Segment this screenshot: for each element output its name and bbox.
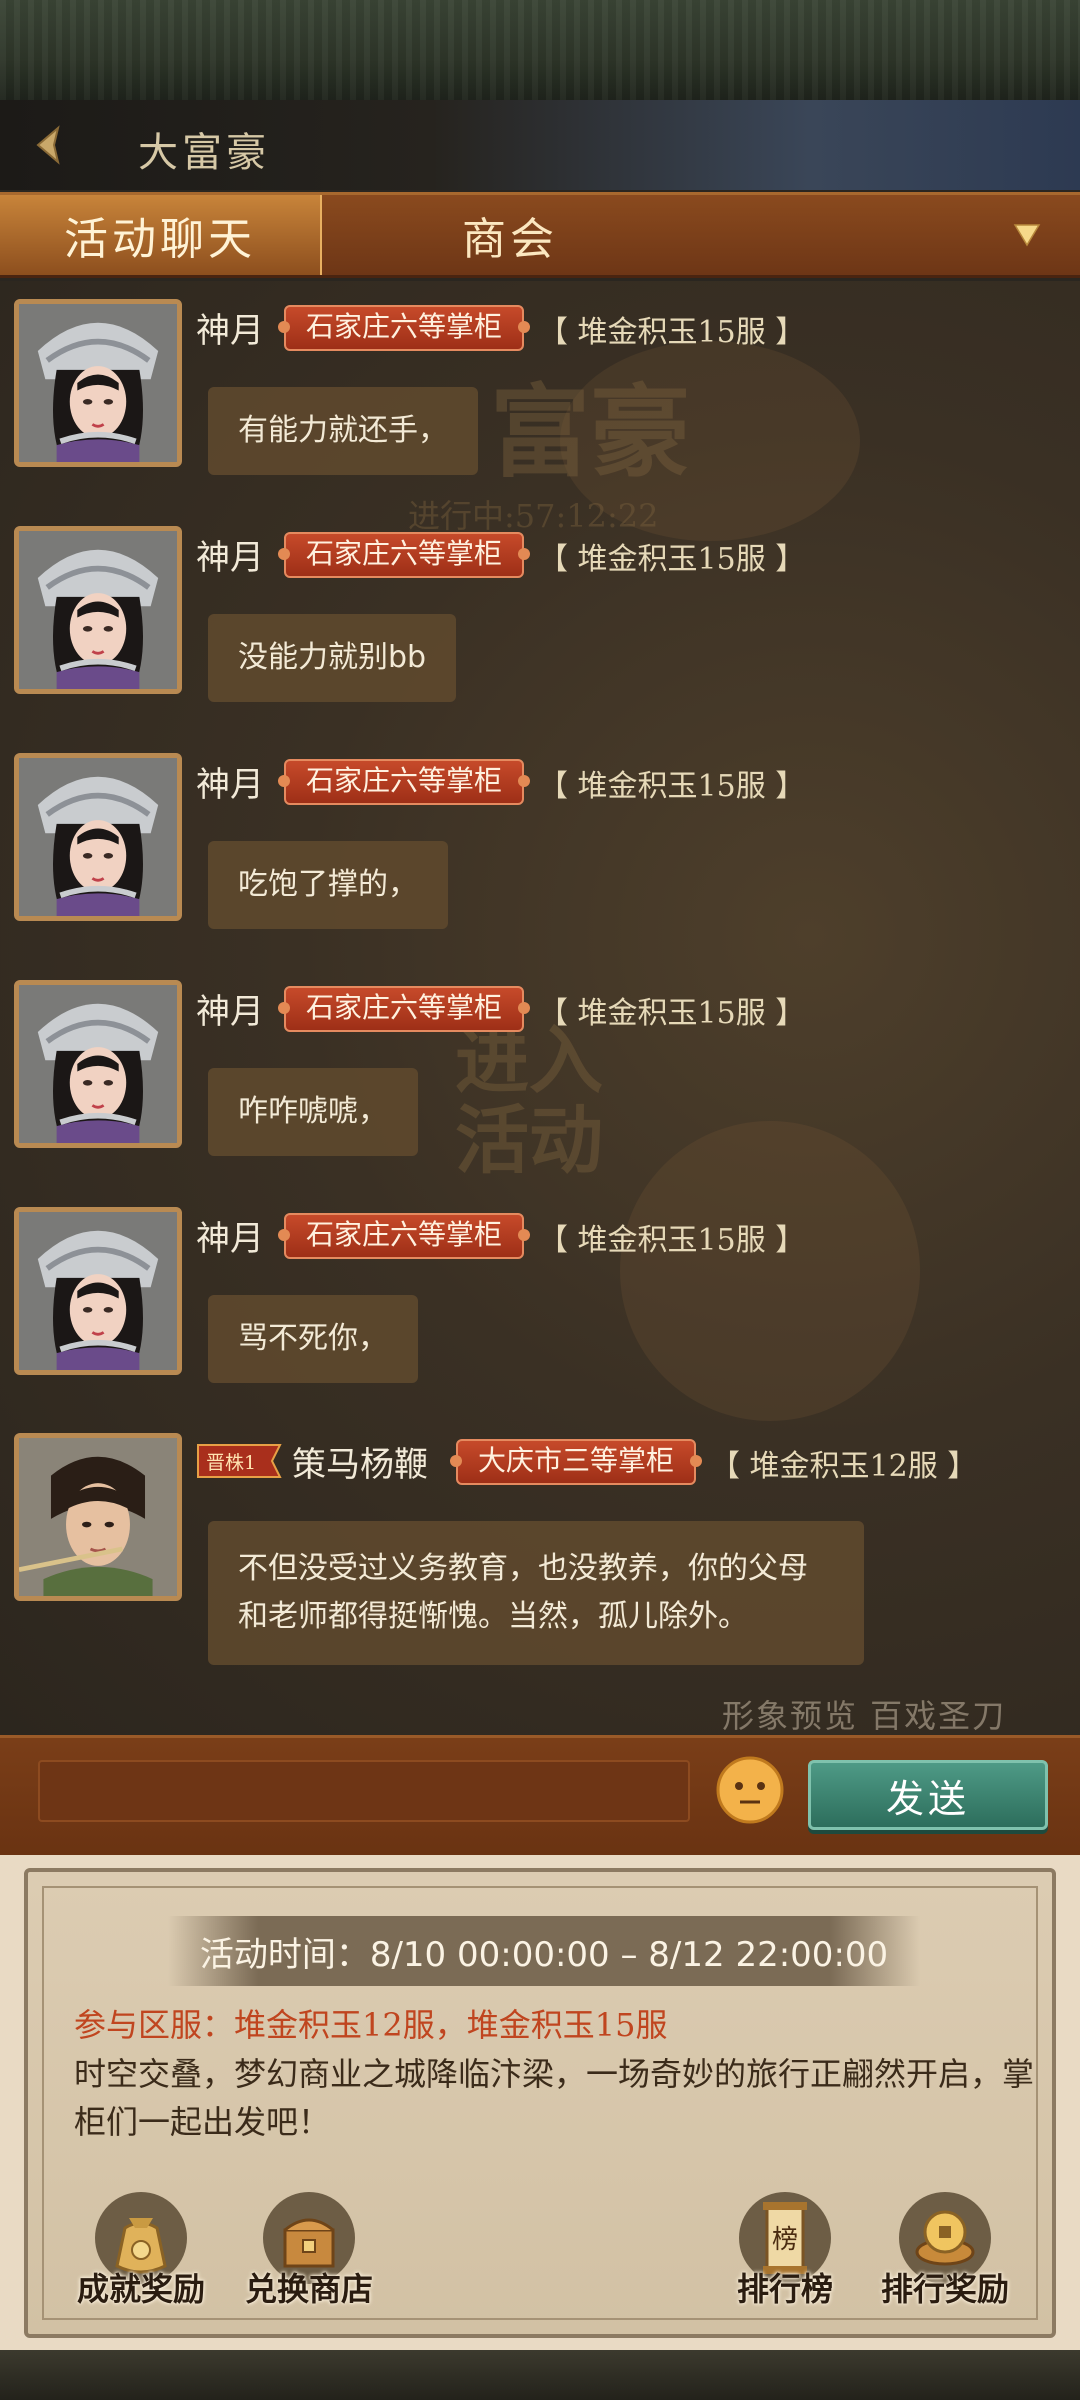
female-character-portrait-icon	[19, 985, 177, 1143]
dropdown-toggle[interactable]	[1012, 219, 1042, 249]
chat-input-bar: 发送	[0, 1735, 1080, 1855]
ranking-list-label: 排行榜	[736, 2270, 833, 2308]
avatar[interactable]	[14, 980, 182, 1148]
avatar[interactable]	[14, 1207, 182, 1375]
header-bar: 大富豪	[0, 100, 1080, 190]
exchange-shop-label: 兑换商店	[244, 2270, 373, 2308]
send-button[interactable]: 发送	[808, 1760, 1048, 1830]
chat-input[interactable]	[38, 1760, 690, 1822]
background-decoration	[620, 1121, 920, 1421]
message-bubble: 骂不死你，	[208, 1295, 418, 1383]
chat-list[interactable]: 富豪 进行中:57:12:22 进入 活动 神月 石家庄六等掌柜 【 堆金积玉1…	[0, 281, 1080, 1735]
sender-name: 神月	[196, 1219, 264, 1259]
avatar[interactable]	[14, 299, 182, 467]
server-tag: 【 堆金积玉15服 】	[538, 315, 806, 350]
activity-time: 活动时间：8/10 00:00:00 – 8/12 22:00:00	[168, 1916, 920, 1986]
message-bubble: 咋咋唬唬，	[208, 1068, 418, 1156]
back-button[interactable]	[28, 122, 74, 168]
page-title: 大富豪	[138, 130, 270, 176]
activity-info-panel: 活动时间：8/10 00:00:00 – 8/12 22:00:00 参与区服：…	[24, 1868, 1056, 2338]
vip-banner-icon: 晋株1	[197, 1444, 282, 1478]
vip-level-badge: 晋株1	[194, 1439, 286, 1483]
emoji-button[interactable]	[714, 1754, 786, 1826]
sender-name: 神月	[196, 992, 264, 1032]
message-bubble: 吃饱了撑的，	[208, 841, 448, 929]
background-countdown: 进行中:57:12:22	[408, 497, 659, 535]
participating-servers: 参与区服：堆金积玉12服，堆金积玉15服	[74, 2006, 668, 2044]
male-character-portrait-icon	[19, 1438, 177, 1596]
ranking-reward-button[interactable]: 排行奖励	[860, 2188, 1030, 2328]
female-character-portrait-icon	[19, 1212, 177, 1370]
sender-name: 神月	[196, 538, 264, 578]
bottom-decoration-strip	[0, 2350, 1080, 2400]
server-tag: 【 堆金积玉15服 】	[538, 1223, 806, 1258]
message-bubble: 没能力就别bb	[208, 614, 457, 702]
message-bubble: 有能力就还手，	[208, 387, 478, 475]
message-bubble: 不但没受过义务教育，也没教养，你的父母和老师都得挺惭愧。当然，孤儿除外。	[208, 1521, 864, 1665]
rank-tag: 大庆市三等掌柜	[449, 1439, 703, 1485]
background-activity-text: 活动	[455, 1098, 603, 1184]
rank-tag: 石家庄六等掌柜	[277, 759, 531, 805]
avatar[interactable]	[14, 1433, 182, 1601]
vip-badge-text: 晋株1	[206, 1452, 256, 1474]
achievement-reward-label: 成就奖励	[76, 2270, 205, 2308]
background-title: 富豪	[490, 373, 690, 491]
activity-description: 时空交叠，梦幻商业之城降临汴梁，一场奇妙的旅行正翩然开启，掌柜们一起出发吧！	[74, 2055, 1035, 2141]
sender-name: 神月	[196, 311, 264, 351]
ranking-reward-label: 排行奖励	[880, 2270, 1009, 2308]
server-tag: 【 堆金积玉15服 】	[538, 769, 806, 804]
rank-tag: 石家庄六等掌柜	[277, 305, 531, 351]
avatar[interactable]	[14, 753, 182, 921]
tab-chamber-of-commerce[interactable]: 商会	[390, 195, 630, 275]
back-arrow-icon	[36, 125, 60, 165]
top-decoration-strip	[0, 0, 1080, 100]
ranking-scroll-glyph: 榜	[772, 2225, 798, 2255]
rank-tag: 石家庄六等掌柜	[277, 532, 531, 578]
rank-tag: 石家庄六等掌柜	[277, 1213, 531, 1259]
ranking-list-button[interactable]: 榜 排行榜	[700, 2188, 870, 2328]
background-preview-text: 形象预览 百戏圣刀	[722, 1697, 1007, 1735]
female-character-portrait-icon	[19, 531, 177, 689]
tab-activity-chat[interactable]: 活动聊天	[0, 195, 322, 275]
achievement-reward-button[interactable]: 成就奖励	[56, 2188, 226, 2328]
tab-bar: 活动聊天 商会	[0, 192, 1080, 278]
sender-name: 神月	[196, 765, 264, 805]
female-character-portrait-icon	[19, 304, 177, 462]
smiley-face-icon	[716, 1756, 784, 1824]
rank-tag: 石家庄六等掌柜	[277, 986, 531, 1032]
avatar[interactable]	[14, 526, 182, 694]
server-tag: 【 堆金积玉15服 】	[538, 996, 806, 1031]
female-character-portrait-icon	[19, 758, 177, 916]
exchange-shop-button[interactable]: 兑换商店	[224, 2188, 394, 2328]
server-tag: 【 堆金积玉15服 】	[538, 542, 806, 577]
triangle-down-icon	[1013, 224, 1041, 247]
sender-name: 策马杨鞭	[292, 1445, 428, 1485]
server-tag: 【 堆金积玉12服 】	[710, 1449, 978, 1484]
